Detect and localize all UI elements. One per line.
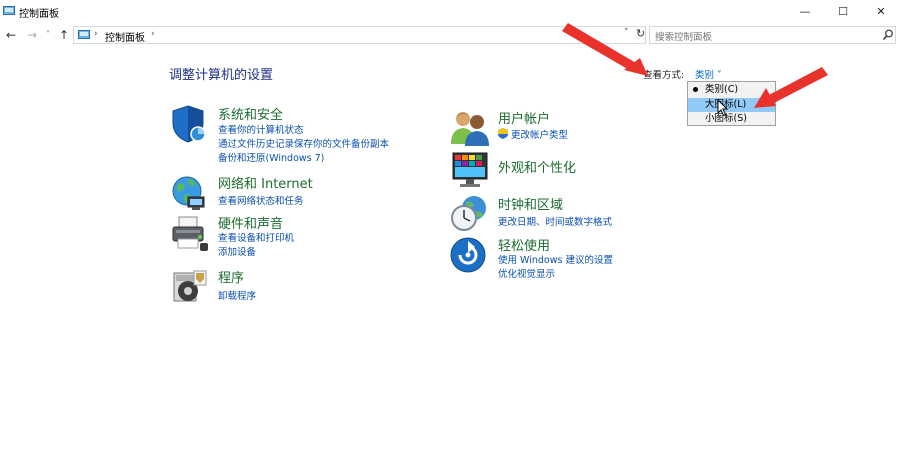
breadcrumb-separator[interactable]: › — [151, 29, 155, 39]
refresh-button[interactable]: ↻ — [636, 27, 645, 40]
page-title: 调整计算机的设置 — [169, 68, 274, 83]
selected-bullet-icon — [693, 87, 698, 92]
maximize-button[interactable]: ☐ — [824, 0, 862, 24]
menu-item-category[interactable]: 类别(C) — [688, 83, 775, 97]
view-by-menu: 类别(C) 大图标(L) 小图标(S) — [687, 81, 776, 126]
window-title: 控制面板 — [19, 9, 59, 20]
link-backup-restore[interactable]: 备份和还原(Windows 7) — [218, 150, 324, 164]
user-accounts-icon[interactable] — [450, 108, 490, 148]
minimize-button[interactable]: — — [786, 0, 824, 24]
category-hardware-sound: 硬件和声音 查看设备和打印机 添加设备 — [170, 213, 430, 258]
link-uninstall-program[interactable]: 卸载程序 — [218, 288, 256, 302]
forward-button[interactable]: → — [24, 26, 40, 44]
category-title[interactable]: 外观和个性化 — [498, 157, 576, 176]
control-panel-icon — [78, 30, 90, 39]
category-network-internet: 网络和 Internet 查看网络状态和任务 — [170, 173, 430, 213]
link-change-account-type[interactable]: 更改帐户类型 — [498, 127, 568, 141]
category-user-accounts: 用户帐户 更改帐户类型 — [450, 108, 680, 148]
link-label: 更改帐户类型 — [511, 130, 569, 141]
category-title[interactable]: 时钟和区域 — [498, 194, 563, 213]
mouse-cursor-icon — [717, 99, 729, 117]
category-title[interactable]: 系统和安全 — [218, 104, 283, 123]
menu-item-label: 类别(C) — [705, 84, 739, 95]
recent-locations-button[interactable]: ˅ — [40, 26, 56, 44]
printer-icon[interactable] — [170, 213, 210, 253]
search-box[interactable]: 搜索控制面板 — [649, 26, 896, 44]
menu-item-large-icons[interactable]: 大图标(L) — [688, 98, 775, 112]
link-windows-recommended-settings[interactable]: 使用 Windows 建议的设置 — [498, 252, 613, 266]
link-view-computer-status[interactable]: 查看你的计算机状态 — [218, 122, 304, 136]
category-title[interactable]: 用户帐户 — [498, 108, 550, 127]
clock-globe-icon[interactable] — [450, 194, 490, 234]
link-optimize-visual-display[interactable]: 优化视觉显示 — [498, 266, 555, 280]
link-devices-printers[interactable]: 查看设备和打印机 — [218, 230, 294, 244]
address-dropdown-button[interactable]: ˅ — [624, 28, 629, 38]
link-file-history-backup[interactable]: 通过文件历史记录保存你的文件备份副本 — [218, 136, 389, 150]
title-bar: 控制面板 — ☐ ✕ — [0, 0, 900, 24]
breadcrumb-control-panel[interactable]: 控制面板 — [105, 29, 145, 44]
category-ease-of-access: 轻松使用 使用 Windows 建议的设置 优化视觉显示 — [450, 235, 680, 280]
uac-shield-icon — [498, 128, 508, 139]
view-by-label: 查看方式: — [643, 70, 685, 81]
search-placeholder: 搜索控制面板 — [655, 32, 713, 43]
network-globe-icon[interactable] — [170, 173, 210, 213]
control-panel-app-icon — [3, 6, 15, 15]
address-bar[interactable]: › 控制面板 › ˅ ↻ — [73, 26, 646, 44]
navigation-bar: ← → ˅ ↑ › 控制面板 › ˅ ↻ 搜索控制面板 — [0, 24, 900, 46]
link-network-status-tasks[interactable]: 查看网络状态和任务 — [218, 193, 304, 207]
security-shield-icon[interactable] — [170, 104, 210, 144]
breadcrumb-separator[interactable]: › — [94, 29, 98, 39]
back-button[interactable]: ← — [3, 26, 19, 44]
up-button[interactable]: ↑ — [56, 26, 72, 44]
category-clock-region: 时钟和区域 更改日期、时间或数字格式 — [450, 194, 680, 234]
programs-disc-icon[interactable] — [170, 267, 210, 307]
ease-of-access-icon[interactable] — [450, 235, 490, 275]
menu-item-small-icons[interactable]: 小图标(S) — [688, 112, 775, 126]
category-programs: 程序 卸载程序 — [170, 267, 430, 307]
link-change-date-time-format[interactable]: 更改日期、时间或数字格式 — [498, 214, 612, 228]
category-system-security: 系统和安全 查看你的计算机状态 通过文件历史记录保存你的文件备份副本 备份和还原… — [170, 104, 430, 164]
category-title[interactable]: 网络和 Internet — [218, 173, 313, 192]
appearance-monitor-icon[interactable] — [450, 151, 490, 191]
close-button[interactable]: ✕ — [862, 0, 900, 24]
view-by-dropdown[interactable]: 类别 ˅ — [695, 67, 722, 81]
category-title[interactable]: 程序 — [218, 267, 244, 286]
link-add-device[interactable]: 添加设备 — [218, 244, 256, 258]
category-appearance: 外观和个性化 — [450, 151, 680, 191]
search-icon[interactable] — [882, 28, 894, 42]
